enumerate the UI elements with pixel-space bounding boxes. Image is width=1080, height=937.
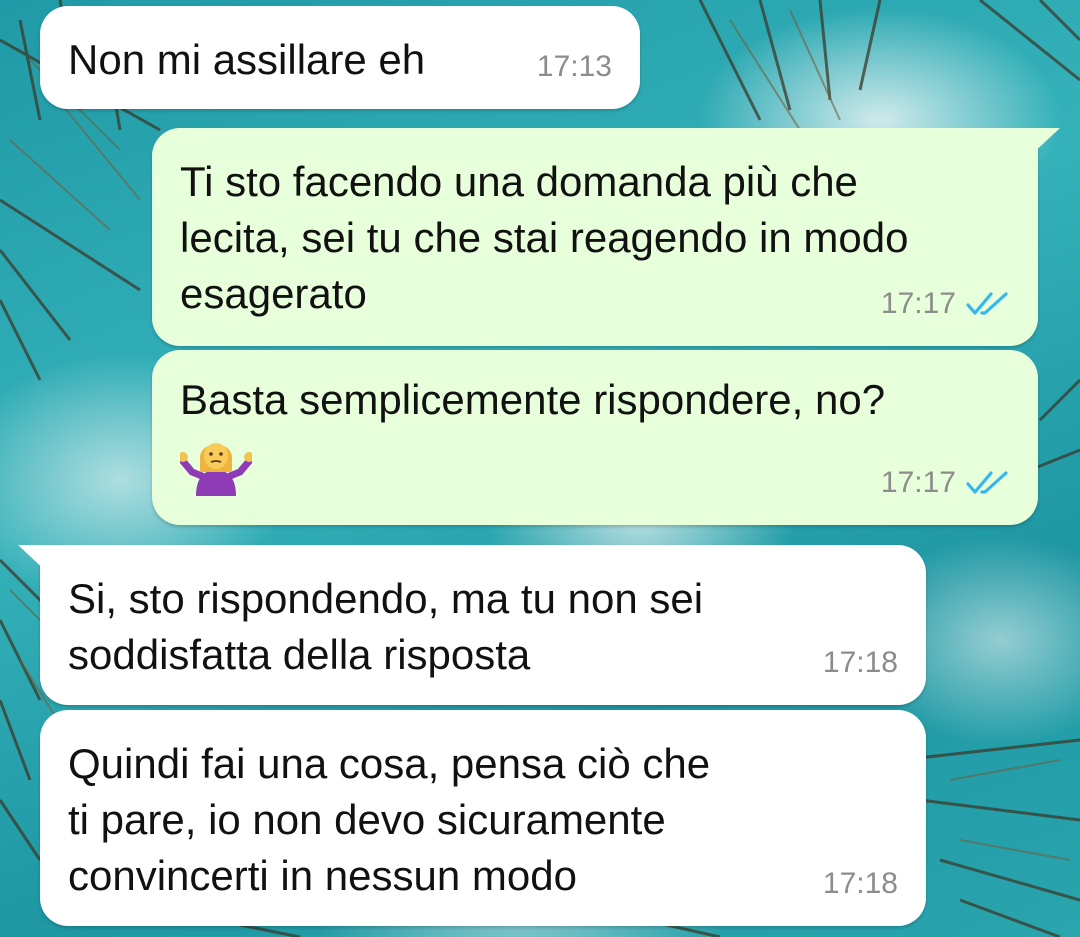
message-outgoing[interactable]: Ti sto facendo una domanda più che lecit… (152, 128, 1060, 346)
message-incoming[interactable]: Si, sto rispondendo, ma tu non sei soddi… (18, 545, 926, 705)
double-check-read-icon (966, 471, 1008, 494)
message-timestamp: 17:18 (822, 646, 898, 679)
message-timestamp: 17:17 (880, 287, 956, 320)
message-meta: 17:18 (823, 635, 898, 691)
message-meta: 17:17 (881, 455, 1010, 511)
message-meta: 17:13 (537, 39, 612, 95)
message-timestamp: 17:17 (880, 466, 956, 499)
message-text: Quindi fai una cosa, pensa ciò che ti pa… (68, 740, 711, 899)
double-check-read-icon (966, 292, 1008, 315)
message-text: Si, sto rispondendo, ma tu non sei soddi… (68, 575, 704, 678)
message-outgoing[interactable]: Basta semplicemente rispondere, no? 17:1… (152, 350, 1038, 525)
message-timestamp: 17:18 (822, 867, 898, 900)
message-meta: 17:18 (823, 856, 898, 912)
message-text: Non mi assillare eh (68, 36, 426, 83)
message-meta: 17:17 (881, 276, 1010, 332)
message-incoming[interactable]: Quindi fai una cosa, pensa ciò che ti pa… (40, 710, 926, 926)
bubble-tail (18, 545, 48, 573)
message-timestamp: 17:13 (536, 50, 612, 83)
message-incoming[interactable]: Non mi assillare eh 17:13 (40, 6, 640, 109)
message-text: Basta semplicemente rispondere, no? (180, 376, 886, 423)
person-shrugging-emoji-icon (180, 443, 252, 496)
bubble-tail (1030, 128, 1060, 156)
